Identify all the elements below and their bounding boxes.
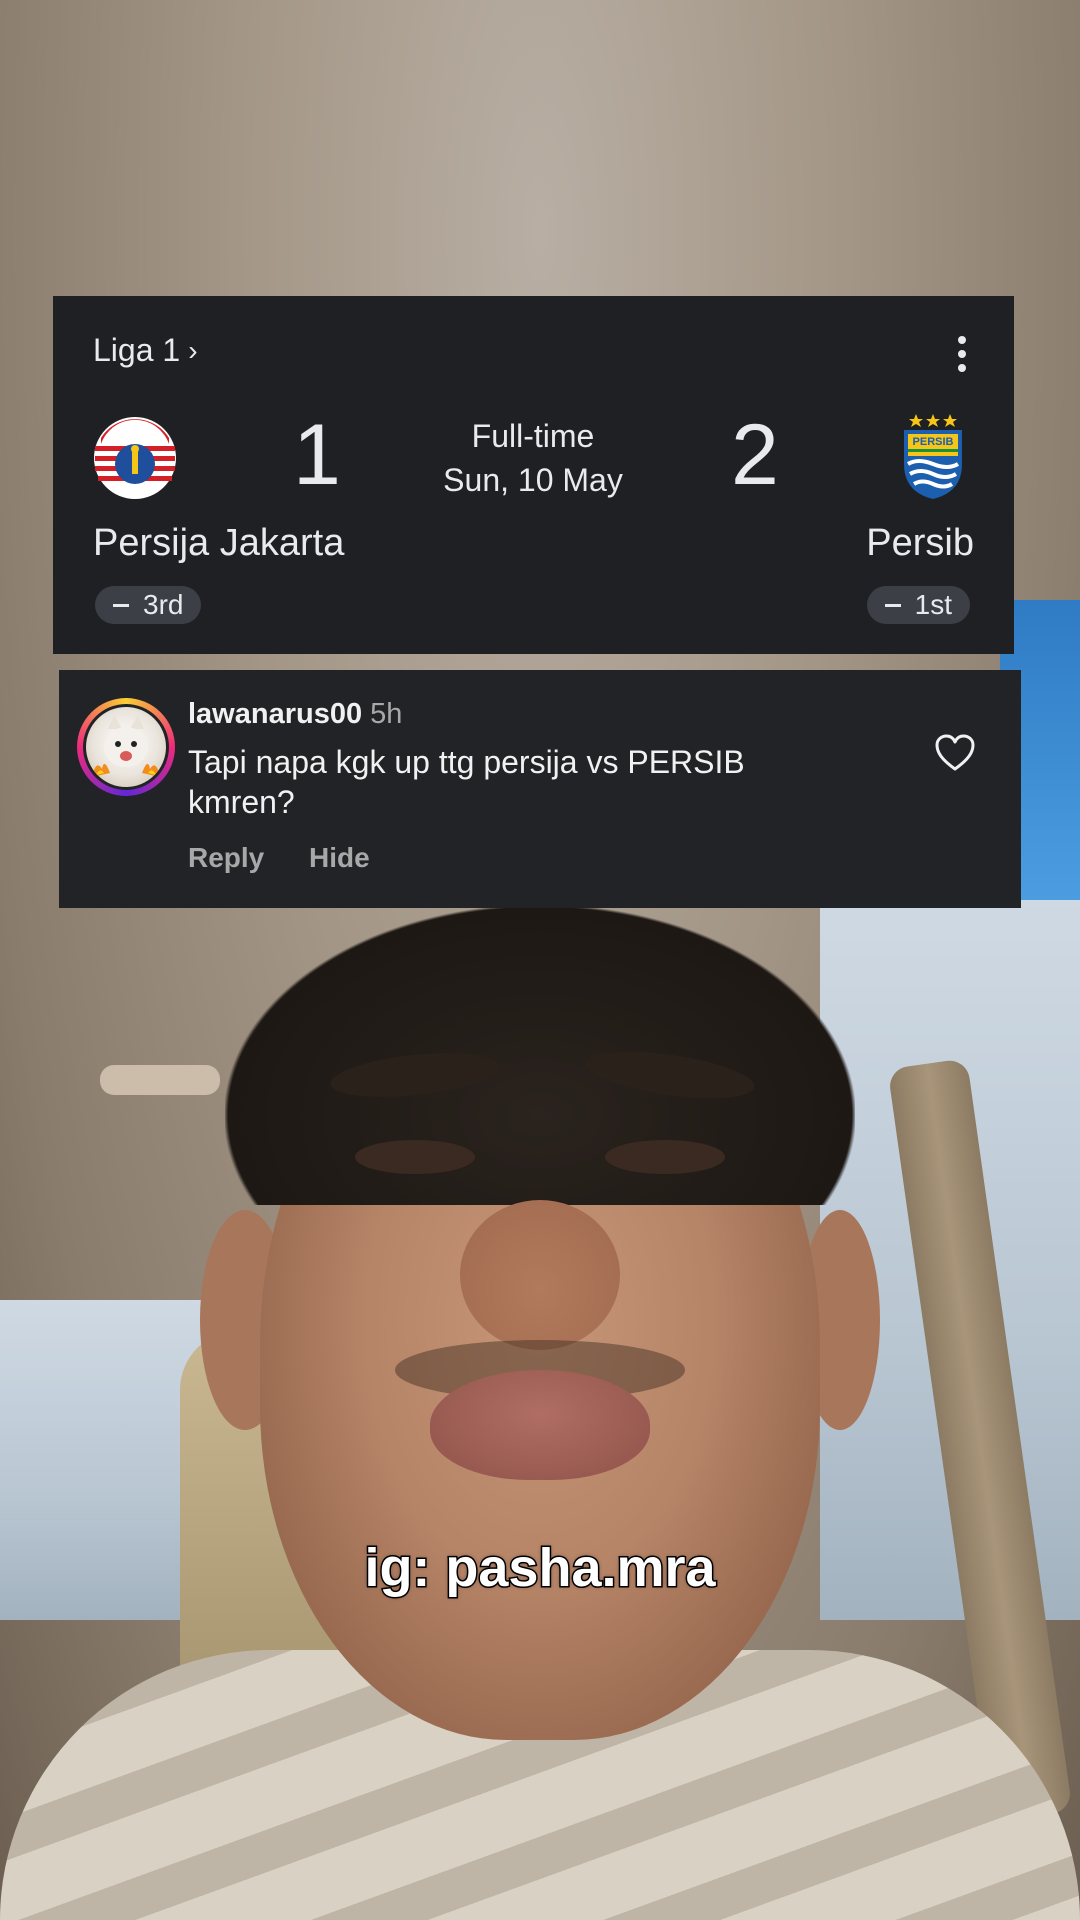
home-rank-text: 3rd [143, 589, 184, 620]
comment-time: 5h [370, 698, 403, 730]
league-link[interactable]: Liga 1 › [93, 332, 198, 369]
match-date: Sun, 10 May [443, 462, 623, 498]
comment-text: Tapi napa kgk up ttg persija vs PERSIB k… [188, 744, 745, 820]
comment-username[interactable]: lawanarus00 5h [188, 698, 402, 731]
cat-avatar-image [86, 707, 166, 787]
svg-text:PERSIB: PERSIB [913, 436, 954, 448]
match-status: Full-time Sun, 10 May [373, 414, 693, 502]
video-background [0, 0, 1080, 1920]
story-ring[interactable] [77, 698, 175, 796]
match-score-card[interactable]: Liga 1 › PERSIJA 1 Full-time Sun, 10 May… [53, 296, 1014, 654]
car-handle [100, 1065, 220, 1095]
away-rank-badge: 1st [866, 586, 970, 624]
username-text[interactable]: lawanarus00 [188, 698, 362, 730]
away-team-name[interactable]: Persib [866, 522, 974, 565]
chevron-right-icon: › [188, 334, 198, 366]
home-rank-badge: 3rd [95, 586, 202, 624]
person-nose [460, 1200, 620, 1350]
avatar[interactable] [83, 704, 169, 790]
away-rank-text: 1st [914, 589, 952, 620]
rank-unchanged-icon [884, 603, 901, 607]
hide-button[interactable]: Hide [309, 842, 370, 874]
away-score: 2 [731, 407, 779, 503]
league-name: Liga 1 [93, 332, 181, 368]
person-eye-left [355, 1140, 475, 1174]
video-caption: ig: pasha.mra [363, 1537, 717, 1600]
cat-icon [92, 715, 160, 777]
svg-text:PERSIJA: PERSIJA [111, 426, 158, 438]
home-team-name[interactable]: Persija Jakarta [93, 522, 344, 565]
more-vertical-icon[interactable] [954, 336, 970, 372]
heart-outline-icon[interactable] [935, 734, 975, 772]
home-score: 1 [293, 407, 341, 503]
persija-logo[interactable]: PERSIJA [93, 416, 177, 500]
person-lips [430, 1370, 650, 1480]
rank-unchanged-icon [113, 603, 129, 607]
reply-button[interactable]: Reply [188, 842, 264, 874]
person-eye-right [605, 1140, 725, 1174]
match-status-label: Full-time [471, 418, 595, 454]
persib-logo[interactable]: PERSIB [902, 412, 964, 500]
person-hair [225, 905, 855, 1205]
comment-card: lawanarus00 5h Tapi napa kgk up ttg persi… [59, 670, 1021, 908]
